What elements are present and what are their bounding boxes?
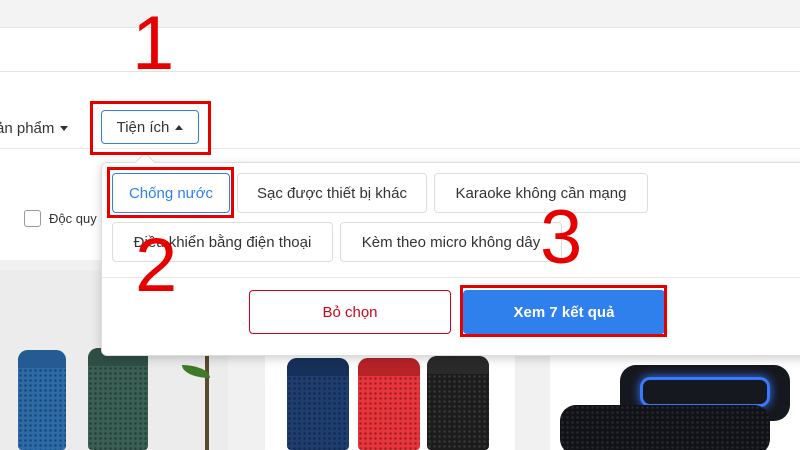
speaker-navy [287,358,349,450]
option-charge-devices-label: Sạc được thiết bị khác [257,184,407,202]
speaker-grille [427,374,489,450]
filter-product-type-button[interactable]: ản phẩm [0,111,69,145]
speaker-red [358,358,420,450]
annotation-number-3: 3 [540,195,583,280]
option-wireless-mic-label: Kèm theo micro không dây [361,233,541,251]
clear-selection-label: Bỏ chọn [322,303,378,321]
caret-up-icon [175,124,184,130]
speaker-cap [358,358,420,376]
option-waterproof-label: Chống nước [128,184,214,202]
speaker-cap [287,358,349,376]
speaker-grille [18,368,66,450]
speaker-grille [88,366,148,450]
top-strip [0,0,800,28]
annotation-number-1: 1 [132,1,175,86]
speaker-grille [358,376,420,450]
dropdown-divider [101,277,800,278]
view-results-button[interactable]: Xem 7 kết quả [463,290,665,334]
filter-utilities-label: Tiện ích [116,118,170,136]
option-waterproof[interactable]: Chống nước [112,173,230,213]
speaker-cap [18,350,66,368]
exclusive-label: Độc quy [49,211,97,226]
speaker-blue [18,350,66,450]
caret-down-icon [60,125,69,131]
filter-utilities-button[interactable]: Tiện ích [101,110,199,144]
option-wireless-mic[interactable]: Kèm theo micro không dây [340,222,562,262]
annotation-number-2: 2 [135,223,178,308]
view-results-label: Xem 7 kết quả [513,303,615,321]
speaker-cap [427,356,489,374]
page-header [0,28,800,72]
speaker-xb-front [560,405,770,450]
clear-selection-button[interactable]: Bỏ chọn [249,290,451,334]
speaker-light-ring [640,377,770,407]
speaker-grille [560,405,770,450]
speaker-black [427,356,489,450]
speaker-green [88,348,148,450]
speaker-grille [287,376,349,450]
exclusive-checkbox[interactable] [24,210,41,227]
filter-divider [0,148,800,149]
exclusive-filter[interactable]: Độc quy [24,210,97,227]
option-charge-devices[interactable]: Sạc được thiết bị khác [237,173,427,213]
filter-product-type-label: ản phẩm [0,119,55,137]
